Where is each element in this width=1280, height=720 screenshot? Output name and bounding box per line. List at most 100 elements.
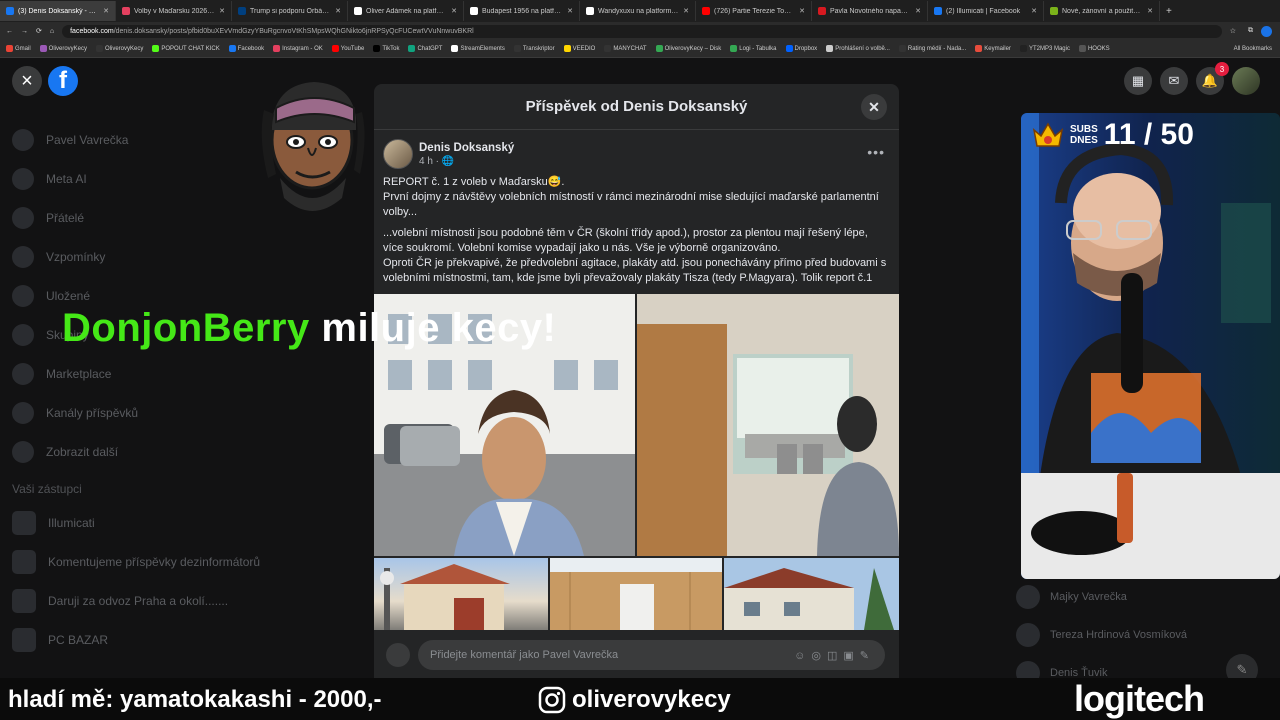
tab-close-icon[interactable]: ✕ bbox=[451, 7, 457, 15]
bookmark-item[interactable]: VEEDIO bbox=[563, 45, 595, 52]
author-name[interactable]: Denis Doksanský bbox=[419, 142, 514, 154]
sidebar-item[interactable]: Marketplace bbox=[12, 354, 262, 393]
sidebar-item[interactable]: Meta AI bbox=[12, 159, 262, 198]
close-modal-button[interactable]: ✕ bbox=[861, 94, 887, 120]
tab-title: (3) Denis Doksanský - REPORT bbox=[18, 7, 99, 15]
notifications-icon[interactable]: 🔔 3 bbox=[1196, 62, 1229, 95]
photo-street-1[interactable] bbox=[374, 558, 548, 630]
menu-grid-icon[interactable]: ▦ bbox=[1124, 67, 1152, 95]
sidebar-item[interactable]: Pavel Vavrečka bbox=[12, 120, 262, 159]
post-time[interactable]: 4 h · 🌐 bbox=[419, 156, 514, 167]
subs-today-label: DNES bbox=[1070, 135, 1098, 146]
bookmark-item[interactable]: ChatGPT bbox=[408, 45, 442, 52]
top-right-icons: ▦ ✉ 🔔 3 bbox=[1124, 62, 1260, 95]
sidebar-item[interactable]: Zobrazit další bbox=[12, 432, 262, 471]
shortcut-label: Komentujeme příspěvky dezinformátorů bbox=[48, 554, 261, 569]
bookmark-item[interactable]: Facebook bbox=[228, 45, 264, 52]
bookmark-favicon-icon bbox=[331, 45, 339, 52]
tab-close-icon[interactable]: ✕ bbox=[915, 7, 921, 15]
tab-title: Pavla Novotného napadl Cavs bbox=[830, 7, 911, 15]
bookmark-item[interactable]: POPOUT CHAT KICK bbox=[152, 45, 220, 52]
tab-close-icon[interactable]: ✕ bbox=[1031, 7, 1037, 15]
browser-tab-bar: (3) Denis Doksanský - REPORT✕Volby v Maď… bbox=[0, 0, 1280, 22]
browser-tab[interactable]: Volby v Maďarsku 2026: Sout ✕ bbox=[116, 1, 232, 21]
browser-tab[interactable]: Wandyxuxu na platformě X: ... ✕ bbox=[580, 1, 696, 21]
photo-street-2[interactable] bbox=[550, 558, 722, 630]
sidebar-item-label: Meta AI bbox=[46, 171, 87, 186]
comment-attachment-icons[interactable]: ☺◎◫▣✎ bbox=[794, 649, 875, 662]
post-options-icon[interactable]: ••• bbox=[867, 144, 885, 160]
sidebar-item-icon bbox=[12, 401, 34, 424]
shortcut-item[interactable]: PC BAZAR bbox=[12, 620, 262, 659]
bookmark-item[interactable]: OliverovyKecy bbox=[39, 45, 87, 52]
sidebar-item[interactable]: Přátelé bbox=[12, 198, 262, 237]
messenger-icon[interactable]: ✉ bbox=[1160, 67, 1188, 95]
bookmark-item[interactable]: OliverovyKecy – Disk bbox=[655, 45, 721, 52]
bookmark-item[interactable]: Logi - Tabulka bbox=[730, 45, 777, 52]
profile-avatar[interactable] bbox=[1232, 67, 1260, 95]
home-icon[interactable]: ⌂ bbox=[50, 28, 54, 35]
author-avatar[interactable] bbox=[383, 139, 413, 169]
close-viewer-button[interactable]: × bbox=[12, 66, 42, 96]
browser-tab[interactable]: Oliver Adámek na platformě X ✕ bbox=[348, 1, 464, 21]
post-paragraph-2: ...volební místnosti jsou podobné těm v … bbox=[383, 227, 887, 284]
bookmark-label: Prohlášení o volbě... bbox=[835, 45, 890, 52]
shortcut-item[interactable]: Daruji za odvoz Praha a okolí....... bbox=[12, 581, 262, 620]
back-icon[interactable]: ← bbox=[6, 28, 13, 35]
all-bookmarks-link[interactable]: All Bookmarks bbox=[1234, 46, 1272, 52]
browser-tab[interactable]: (726) Partie Terezie Tománkov ✕ bbox=[696, 1, 812, 21]
bookmark-item[interactable]: HOOKS bbox=[1078, 45, 1110, 52]
star-icon[interactable]: ☆ bbox=[1230, 27, 1236, 35]
contact-name: Tereza Hrdinová Vosmíková bbox=[1050, 629, 1187, 641]
reload-icon[interactable]: ⟳ bbox=[36, 27, 42, 35]
sidebar-item[interactable]: Kanály příspěvků bbox=[12, 393, 262, 432]
contact-item[interactable]: Majky Vavrečka bbox=[1016, 578, 1216, 616]
bookmark-label: Dropbox bbox=[794, 45, 818, 52]
browser-tab[interactable]: Nové, zánovní a použité iPho ✕ bbox=[1044, 1, 1160, 21]
facebook-logo-icon[interactable]: f bbox=[48, 66, 78, 96]
bookmark-item[interactable]: Transkriptor bbox=[513, 45, 555, 52]
bookmark-item[interactable]: Instagram - OK bbox=[273, 45, 323, 52]
tab-close-icon[interactable]: ✕ bbox=[219, 7, 225, 15]
tab-close-icon[interactable]: ✕ bbox=[683, 7, 689, 15]
browser-tab[interactable]: Pavla Novotného napadl Cavs ✕ bbox=[812, 1, 928, 21]
instagram-handle-text: oliverovykecy bbox=[572, 686, 731, 713]
bookmark-item[interactable]: MANYCHAT bbox=[604, 45, 647, 52]
browser-tab[interactable]: (3) Denis Doksanský - REPORT ✕ bbox=[0, 1, 116, 21]
tab-close-icon[interactable]: ✕ bbox=[567, 7, 573, 15]
bookmark-item[interactable]: TikTok bbox=[373, 45, 399, 52]
photo-street-3[interactable] bbox=[724, 558, 899, 630]
contact-item[interactable]: Tereza Hrdinová Vosmíková bbox=[1016, 616, 1216, 654]
browser-tab[interactable]: Budapest 1956 na platformě X ✕ bbox=[464, 1, 580, 21]
tab-close-icon[interactable]: ✕ bbox=[1147, 7, 1153, 15]
sidebar-item[interactable]: Vzpomínky bbox=[12, 237, 262, 276]
bookmark-item[interactable]: Keymailer bbox=[975, 45, 1011, 52]
profile-icon[interactable] bbox=[1261, 25, 1272, 37]
modal-title: Příspěvek od Denis Doksanský bbox=[525, 98, 748, 115]
new-tab-icon[interactable]: + bbox=[1160, 6, 1178, 17]
bookmark-favicon-icon bbox=[785, 45, 793, 52]
browser-tab[interactable]: (2) Illumicati | Facebook ✕ bbox=[928, 1, 1044, 21]
bookmark-item[interactable]: Rating médií - Nada... bbox=[898, 45, 966, 52]
forward-icon[interactable]: → bbox=[21, 28, 28, 35]
bookmark-item[interactable]: Dropbox bbox=[785, 45, 818, 52]
extensions-icon[interactable]: ⧉ bbox=[1248, 27, 1253, 35]
bookmark-favicon-icon bbox=[152, 45, 160, 52]
bookmark-item[interactable]: StreamElements bbox=[451, 45, 505, 52]
bookmark-label: StreamElements bbox=[460, 45, 505, 52]
tab-close-icon[interactable]: ✕ bbox=[335, 7, 341, 15]
shortcut-item[interactable]: Komentujeme příspěvky dezinformátorů bbox=[12, 542, 262, 581]
tab-favicon-icon bbox=[6, 7, 14, 15]
bookmark-item[interactable]: YT2MP3 Magic bbox=[1019, 45, 1070, 52]
comment-input[interactable]: Přidejte komentář jako Pavel Vavrečka ☺◎… bbox=[418, 640, 885, 670]
tab-close-icon[interactable]: ✕ bbox=[103, 7, 109, 15]
photo-polling-room[interactable] bbox=[637, 294, 899, 556]
browser-tab[interactable]: Trump si podporu Orbána při ✕ bbox=[232, 1, 348, 21]
bookmark-item[interactable]: OliverovyKecy bbox=[96, 45, 143, 52]
url-field[interactable]: facebook.com /denis.doksansky/posts/pfbi… bbox=[62, 24, 1222, 38]
bookmark-item[interactable]: YouTube bbox=[331, 45, 364, 52]
bookmark-item[interactable]: Gmail bbox=[6, 45, 31, 52]
shortcut-item[interactable]: Illumicati bbox=[12, 503, 262, 542]
tab-close-icon[interactable]: ✕ bbox=[799, 7, 805, 15]
bookmark-item[interactable]: Prohlášení o volbě... bbox=[826, 45, 890, 52]
